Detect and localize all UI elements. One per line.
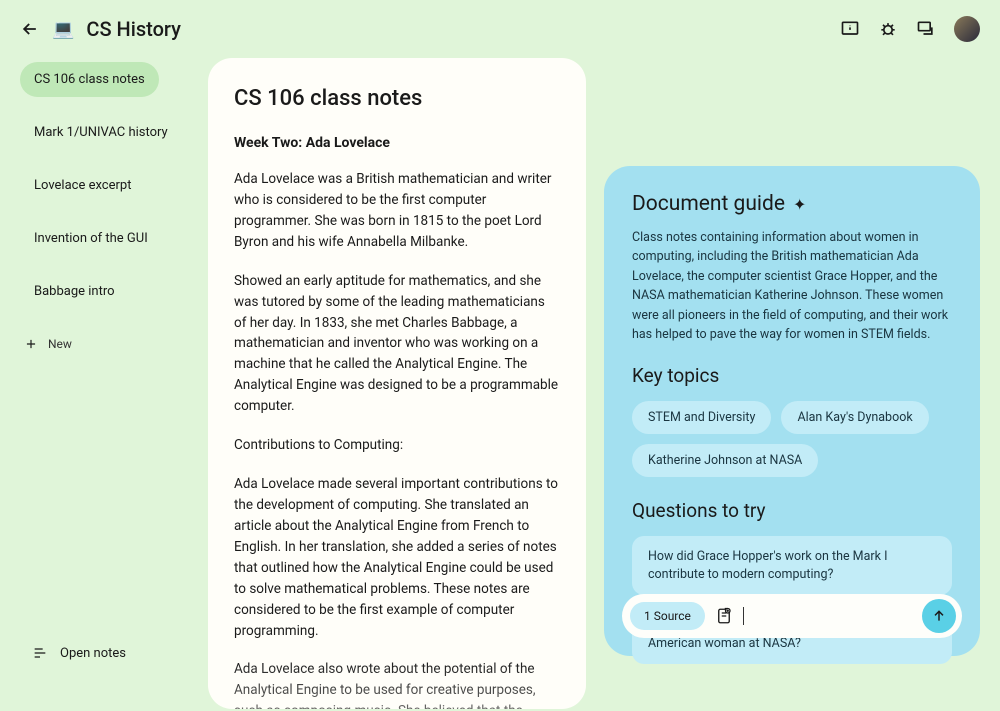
document-paragraph: Ada Lovelace was a British mathematician… <box>234 169 560 253</box>
header-left: 💻 CS History <box>20 17 181 41</box>
arrow-up-icon <box>931 608 947 624</box>
back-arrow-icon[interactable] <box>20 19 40 39</box>
header: 💻 CS History <box>0 0 1000 58</box>
document-panel: CS 106 class notes Week Two: Ada Lovelac… <box>208 58 586 709</box>
chat-input-bar: 1 Source <box>622 594 962 638</box>
sidebar-item-babbage[interactable]: Babbage intro <box>20 274 190 309</box>
guide-description: Class notes containing information about… <box>632 228 952 344</box>
sparkle-icon: ✦ <box>793 195 806 214</box>
avatar[interactable] <box>954 16 980 42</box>
document-title: CS 106 class notes <box>234 86 560 111</box>
document-paragraph: Ada Lovelace made several important cont… <box>234 474 560 641</box>
questions-heading: Questions to try <box>632 499 952 522</box>
topic-chip[interactable]: STEM and Diversity <box>632 401 771 434</box>
sidebar-item-mark1[interactable]: Mark 1/UNIVAC history <box>20 115 190 150</box>
question-item[interactable]: How did Grace Hopper's work on the Mark … <box>632 536 952 595</box>
topic-chip[interactable]: Alan Kay's Dynabook <box>781 401 928 434</box>
header-right <box>840 16 980 42</box>
main: CS 106 class notes Mark 1/UNIVAC history… <box>0 58 1000 709</box>
topic-chips: STEM and Diversity Alan Kay's Dynabook K… <box>632 401 952 477</box>
text-cursor[interactable] <box>743 607 744 625</box>
document-section-title: Week Two: Ada Lovelace <box>234 135 560 151</box>
topic-chip[interactable]: Katherine Johnson at NASA <box>632 444 818 477</box>
bug-icon[interactable] <box>878 19 898 39</box>
open-notes-button[interactable]: Open notes <box>32 645 126 661</box>
source-chip[interactable]: 1 Source <box>630 602 705 630</box>
comment-icon[interactable] <box>840 19 860 39</box>
new-button[interactable]: New <box>20 327 190 361</box>
document-paragraph: Contributions to Computing: <box>234 435 560 456</box>
send-button[interactable] <box>922 599 956 633</box>
sidebar-item-lovelace[interactable]: Lovelace excerpt <box>20 168 190 203</box>
sidebar-item-gui[interactable]: Invention of the GUI <box>20 221 190 256</box>
open-notes-label: Open notes <box>60 646 126 661</box>
new-label: New <box>48 337 72 351</box>
sidebar: CS 106 class notes Mark 1/UNIVAC history… <box>20 58 190 709</box>
guide-panel: Document guide ✦ Class notes containing … <box>604 166 980 656</box>
document-paragraph: Showed an early aptitude for mathematics… <box>234 271 560 417</box>
chat-icon[interactable] <box>916 19 936 39</box>
guide-title-text: Document guide <box>632 192 785 216</box>
page-title: CS History <box>86 17 181 41</box>
list-icon <box>32 645 48 661</box>
guide-title: Document guide ✦ <box>632 192 952 216</box>
key-topics-heading: Key topics <box>632 364 952 387</box>
sidebar-item-cs106[interactable]: CS 106 class notes <box>20 62 159 97</box>
plus-icon <box>24 337 38 351</box>
laptop-icon: 💻 <box>52 19 74 40</box>
document-paragraph: Ada Lovelace also wrote about the potent… <box>234 659 560 709</box>
attach-doc-icon[interactable] <box>715 607 733 625</box>
